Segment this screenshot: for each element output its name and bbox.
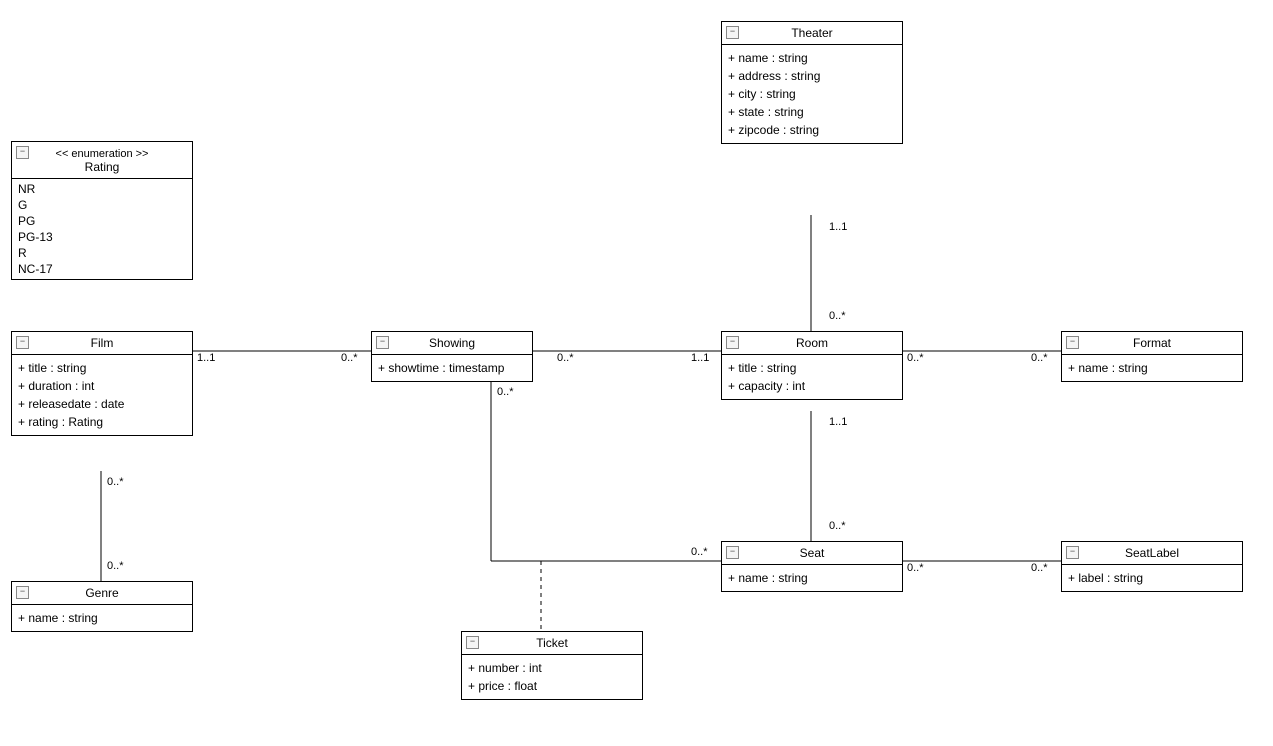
multiplicity: 0..* [556,352,575,364]
class-title: Genre [85,586,118,600]
attribute: + releasedate : date [18,395,186,413]
collapse-icon[interactable]: − [16,336,29,349]
attribute: + capacity : int [728,377,896,395]
class-room[interactable]: − Room + title : string + capacity : int [721,331,903,400]
collapse-icon[interactable]: − [376,336,389,349]
class-ticket[interactable]: − Ticket + number : int + price : float [461,631,643,700]
attribute: + title : string [728,359,896,377]
collapse-icon[interactable]: − [466,636,479,649]
multiplicity: 1..1 [828,221,848,233]
attribute: + label : string [1068,569,1236,587]
class-title: Theater [791,26,832,40]
attribute: + name : string [728,49,896,67]
multiplicity: 0..* [828,520,847,532]
class-title: Room [796,336,828,350]
multiplicity: 1..1 [196,352,216,364]
collapse-icon[interactable]: − [726,546,739,559]
class-showing[interactable]: − Showing + showtime : timestamp [371,331,533,382]
attribute: + address : string [728,67,896,85]
class-title: Showing [429,336,475,350]
multiplicity: 0..* [1030,562,1049,574]
multiplicity: 0..* [106,560,125,572]
class-format[interactable]: − Format + name : string [1061,331,1243,382]
enum-values: NR G PG PG-13 R NC-17 [12,179,192,279]
attribute: + city : string [728,85,896,103]
multiplicity: 0..* [106,476,125,488]
class-title: Rating [85,160,120,174]
class-film[interactable]: − Film + title : string + duration : int… [11,331,193,436]
class-title: SeatLabel [1125,546,1179,560]
attribute: + number : int [468,659,636,677]
multiplicity: 0..* [340,352,359,364]
collapse-icon[interactable]: − [16,146,29,159]
multiplicity: 0..* [906,352,925,364]
class-title: Format [1133,336,1171,350]
class-title: Film [91,336,114,350]
multiplicity: 0..* [690,546,709,558]
attribute: + price : float [468,677,636,695]
class-title: Seat [800,546,825,560]
multiplicity: 0..* [828,310,847,322]
multiplicity: 0..* [496,386,515,398]
collapse-icon[interactable]: − [726,336,739,349]
class-rating-enum[interactable]: − << enumeration >> Rating NR G PG PG-13… [11,141,193,280]
multiplicity: 0..* [906,562,925,574]
class-seatlabel[interactable]: − SeatLabel + label : string [1061,541,1243,592]
attribute: + rating : Rating [18,413,186,431]
attribute: + name : string [18,609,186,627]
attribute: + name : string [728,569,896,587]
collapse-icon[interactable]: − [1066,546,1079,559]
multiplicity: 1..1 [828,416,848,428]
attribute: + duration : int [18,377,186,395]
attribute: + name : string [1068,359,1236,377]
class-seat[interactable]: − Seat + name : string [721,541,903,592]
collapse-icon[interactable]: − [726,26,739,39]
attribute: + zipcode : string [728,121,896,139]
stereotype-label: << enumeration >> [56,148,149,160]
class-genre[interactable]: − Genre + name : string [11,581,193,632]
collapse-icon[interactable]: − [1066,336,1079,349]
class-theater[interactable]: − Theater + name : string + address : st… [721,21,903,144]
multiplicity: 0..* [1030,352,1049,364]
collapse-icon[interactable]: − [16,586,29,599]
attribute: + title : string [18,359,186,377]
attribute: + state : string [728,103,896,121]
multiplicity: 1..1 [690,352,710,364]
attribute: + showtime : timestamp [378,359,526,377]
class-title: Ticket [536,636,568,650]
